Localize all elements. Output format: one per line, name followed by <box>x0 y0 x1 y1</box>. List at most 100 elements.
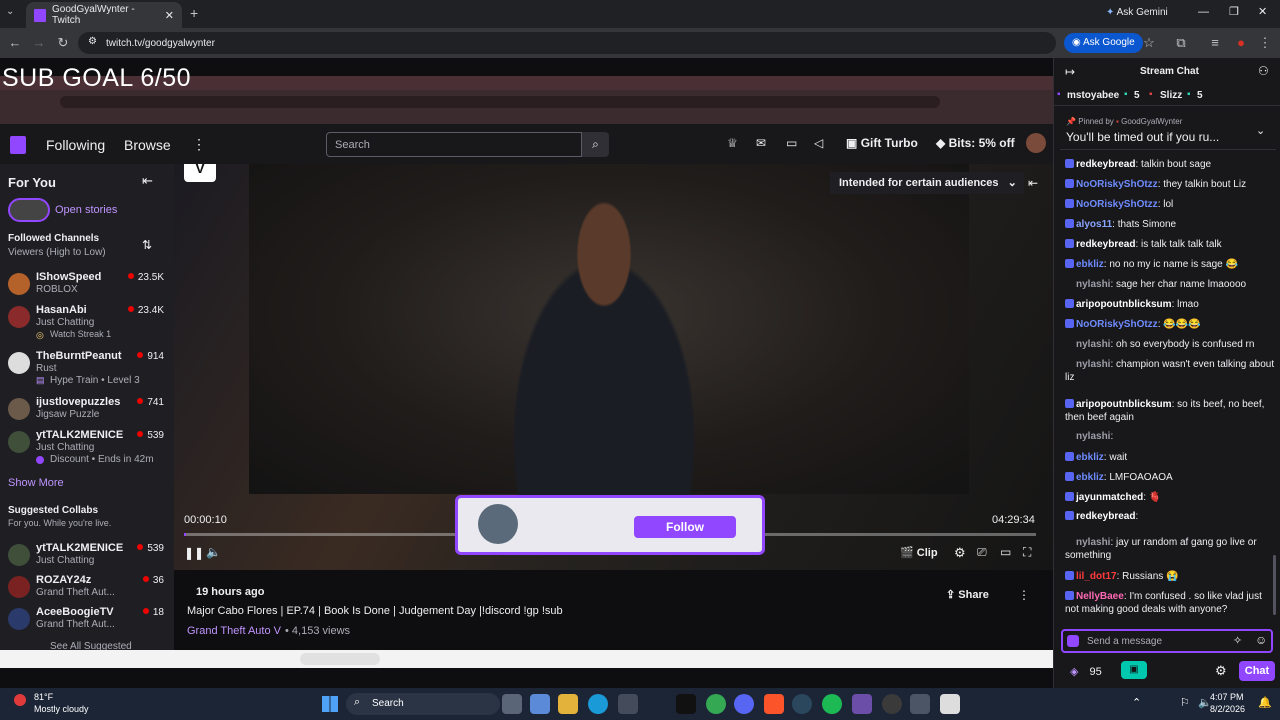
audience-notice[interactable]: Intended for certain audiences ⌄ <box>830 172 1024 194</box>
chat-username[interactable]: ebkliz <box>1076 452 1104 463</box>
clock-date[interactable]: 8/2/2026 <box>1210 704 1245 714</box>
sort-icon[interactable]: ⇅ <box>142 238 152 252</box>
crown-icon[interactable]: ♕ <box>727 136 738 150</box>
restore-icon[interactable]: ❐ <box>1229 5 1239 18</box>
chat-message[interactable]: nylashi: sage her char name lmaoooo <box>1065 278 1275 291</box>
user-avatar[interactable] <box>1026 133 1046 153</box>
system-tray-chevron-icon[interactable]: ⌃ <box>1132 696 1141 709</box>
chat-message[interactable]: nylashi: <box>1065 430 1275 443</box>
show-more-link[interactable]: Show More <box>8 477 64 489</box>
calculator-icon[interactable] <box>852 694 872 714</box>
close-tab-icon[interactable]: ✕ <box>165 9 174 22</box>
chat-input[interactable]: Send a message ✧ ☺ <box>1061 629 1273 653</box>
chat-message[interactable]: nylashi: champion wasn't even talking ab… <box>1065 358 1275 384</box>
forward-icon[interactable]: → <box>30 34 48 52</box>
chat-username[interactable]: aripopoutnblicksum <box>1076 399 1172 410</box>
browser-tab[interactable]: GoodGyalWynter - Twitch ✕ <box>26 2 182 28</box>
chat-username[interactable]: nylashi <box>1076 537 1110 548</box>
start-button[interactable] <box>322 696 338 712</box>
chat-username[interactable]: nylashi <box>1076 279 1110 290</box>
chat-message[interactable]: aripopoutnblicksum: so its beef, no beef… <box>1065 398 1275 424</box>
chat-message[interactable]: NoORiskyShOtzz: lol <box>1065 198 1275 211</box>
rewards-button[interactable]: ▣ <box>1121 661 1147 679</box>
stories-avatar[interactable] <box>8 198 50 222</box>
chat-message[interactable]: nylashi: jay ur random af gang go live o… <box>1065 536 1275 562</box>
suggested-channel[interactable]: AceeBoogieTV Grand Theft Aut... 18 <box>8 606 168 638</box>
bookmark-star-icon[interactable]: ☆ <box>1140 34 1158 52</box>
chat-message[interactable]: redkeybread: is talk talk talk talk <box>1065 238 1275 251</box>
inbox-icon[interactable]: ✉ <box>756 136 766 150</box>
spotify-icon[interactable] <box>822 694 842 714</box>
chat-username[interactable]: lil_dot17 <box>1076 571 1117 582</box>
cast-icon[interactable]: ⎚ <box>977 545 987 560</box>
chat-message[interactable]: redkeybread: <box>1065 510 1275 523</box>
task-view-icon[interactable] <box>502 694 522 714</box>
fullscreen-icon[interactable]: ⛶ <box>1023 545 1031 560</box>
chat-message[interactable]: alyos11: thats Simone <box>1065 218 1275 231</box>
bits-cheer-icon[interactable]: ✧ <box>1233 634 1242 647</box>
more-options-icon[interactable]: ⋮ <box>1018 588 1030 602</box>
collapse-player-icon[interactable]: ⇤ <box>1028 176 1038 190</box>
settings-icon[interactable]: ⚙ <box>954 545 966 561</box>
pause-icon[interactable]: ❚❚ <box>184 546 204 560</box>
chat-message[interactable]: aripopoutnblicksum: lmao <box>1065 298 1275 311</box>
chat-username[interactable]: redkeybread <box>1076 511 1135 522</box>
theatre-mode-icon[interactable]: ▭ <box>1000 545 1011 559</box>
follow-button[interactable]: Follow <box>634 516 736 538</box>
minimize-icon[interactable]: — <box>1198 6 1209 18</box>
clock-time[interactable]: 4:07 PM <box>1210 692 1244 702</box>
chat-scrollbar[interactable] <box>1273 555 1276 615</box>
chat-message[interactable]: ebkliz: no no my ic name is sage 😂 <box>1065 258 1275 271</box>
chrome-icon[interactable] <box>706 694 726 714</box>
close-window-icon[interactable]: ✕ <box>1258 5 1267 18</box>
search-input[interactable]: Search <box>326 132 582 157</box>
nav-browse[interactable]: Browse <box>124 137 171 153</box>
site-info-icon[interactable]: ⚙ <box>88 36 97 47</box>
video-player[interactable]: V Intended for certain audiences ⌄ ⇤ 00:… <box>174 164 1053 570</box>
chrome-menu-icon[interactable]: ⋮ <box>1256 34 1274 52</box>
chat-username[interactable]: ebkliz <box>1076 472 1104 483</box>
steam-icon[interactable] <box>792 694 812 714</box>
address-bar[interactable]: ⚙ twitch.tv/goodgyalwynter <box>78 32 1056 54</box>
chat-settings-icon[interactable]: ⚙ <box>1215 663 1227 679</box>
chat-username[interactable]: redkeybread <box>1076 239 1135 250</box>
back-icon[interactable]: ← <box>6 34 24 52</box>
sidebar-channel[interactable]: HasanAbi Just Chatting 23.4K ◎ Watch Str… <box>8 304 168 344</box>
chat-message[interactable]: jayunmatched: 🫀 <box>1065 491 1275 504</box>
app-icon[interactable] <box>910 694 930 714</box>
tab-list-chevron-icon[interactable]: ⌄ <box>6 6 14 17</box>
chat-message[interactable]: redkeybread: talkin bout sage <box>1065 158 1275 171</box>
expand-pinned-icon[interactable]: ⌄ <box>1256 124 1265 137</box>
search-button[interactable]: ⌕ <box>582 132 609 157</box>
chat-message[interactable]: NellyBaee: I'm confused . so like vlad j… <box>1065 590 1275 616</box>
chat-username[interactable]: nylashi <box>1076 359 1110 370</box>
clip-button[interactable]: 🎬 Clip <box>900 546 938 559</box>
capcut-icon[interactable] <box>676 694 696 714</box>
chat-username[interactable]: NoORiskyShOtzz <box>1076 199 1158 210</box>
sidebar-channel[interactable]: ijustlovepuzzles Jigsaw Puzzle 741 <box>8 396 168 428</box>
bits-offer-button[interactable]: ◆ Bits: 5% off <box>936 136 1015 150</box>
chat-username[interactable]: aripopoutnblicksum <box>1076 299 1172 310</box>
gift-turbo-button[interactable]: ▣ Gift Turbo <box>846 136 918 150</box>
suggested-channel[interactable]: ytTALK2MENICE Just Chatting 539 <box>8 542 168 574</box>
pinned-message[interactable]: 📌 Pinned by ▪ GoodGyalWynter You'll be t… <box>1060 112 1276 150</box>
taskbar-search[interactable]: ⌕ Search <box>346 693 500 715</box>
follow-card[interactable]: Follow <box>455 495 765 555</box>
chat-message[interactable]: ebkliz: wait <box>1065 451 1275 464</box>
notifications-icon[interactable]: 🔔 <box>1258 696 1272 709</box>
reload-icon[interactable]: ↻ <box>54 34 72 52</box>
more-menu-icon[interactable]: ⋮ <box>192 136 206 153</box>
chat-username[interactable]: NoORiskyShOtzz <box>1076 179 1158 190</box>
chat-username[interactable]: NellyBaee <box>1076 591 1124 602</box>
announce-icon[interactable]: ◁ <box>814 136 823 150</box>
chat-username[interactable]: NoORiskyShOtzz <box>1076 319 1158 330</box>
video-category-link[interactable]: Grand Theft Auto V <box>187 625 281 637</box>
twitch-logo-icon[interactable] <box>10 136 26 154</box>
whispers-icon[interactable]: ▭ <box>786 136 797 150</box>
chat-username[interactable]: nylashi <box>1076 339 1110 350</box>
media-controls-icon[interactable]: ≡ <box>1206 34 1224 52</box>
app-icon[interactable] <box>940 694 960 714</box>
chat-message[interactable]: NoORiskyShOtzz: they talkin bout Liz <box>1065 178 1275 191</box>
ask-gemini-button[interactable]: ✦ Ask Gemini <box>1106 7 1168 18</box>
emote-picker-icon[interactable]: ☺ <box>1255 633 1267 647</box>
